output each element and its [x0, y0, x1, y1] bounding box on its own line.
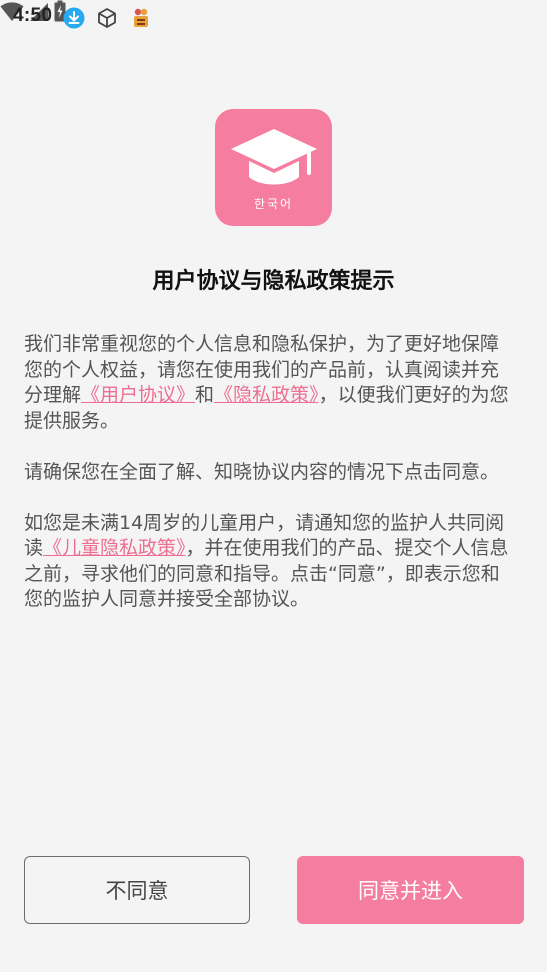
privacy-policy-link[interactable]: 《隐私政策》	[214, 384, 319, 406]
confirm-paragraph: 请确保您在全面了解、知晓协议内容的情况下点击同意。	[24, 460, 516, 486]
agree-button-label: 同意并进入	[358, 879, 463, 903]
paragraph-text: 和	[195, 384, 215, 406]
status-time: 4:50	[13, 5, 53, 26]
dialog-content: 我们非常重视您的个人信息和隐私保护，为了更好地保障您的个人权益，请您在使用我们的…	[24, 332, 516, 638]
graduation-cap-icon	[231, 129, 317, 185]
disagree-button[interactable]: 不同意	[24, 856, 250, 924]
guardian-paragraph: 如您是未满14周岁的儿童用户，请通知您的监护人共同阅读《儿童隐私政策》，并在使用…	[24, 511, 516, 613]
user-agreement-link[interactable]: 《用户协议》	[81, 384, 195, 406]
agreement-paragraph: 我们非常重视您的个人信息和隐私保护，为了更好地保障您的个人权益，请您在使用我们的…	[24, 332, 516, 434]
logo-text: 한국어	[253, 197, 294, 211]
app-logo: 한국어	[215, 109, 332, 226]
disagree-button-label: 不同意	[105, 879, 169, 903]
child-privacy-policy-link[interactable]: 《儿童隐私政策》	[43, 537, 186, 559]
paragraph-text: 请确保您在全面了解、知晓协议内容的情况下点击同意。	[24, 460, 500, 483]
cube-icon	[98, 8, 116, 28]
status-bar: 4:50	[0, 0, 547, 38]
dialog-title: 用户协议与隐私政策提示	[152, 269, 395, 294]
download-icon	[63, 7, 85, 29]
app-notification-icon	[134, 8, 148, 27]
agree-and-enter-button[interactable]: 同意并进入	[297, 856, 524, 924]
